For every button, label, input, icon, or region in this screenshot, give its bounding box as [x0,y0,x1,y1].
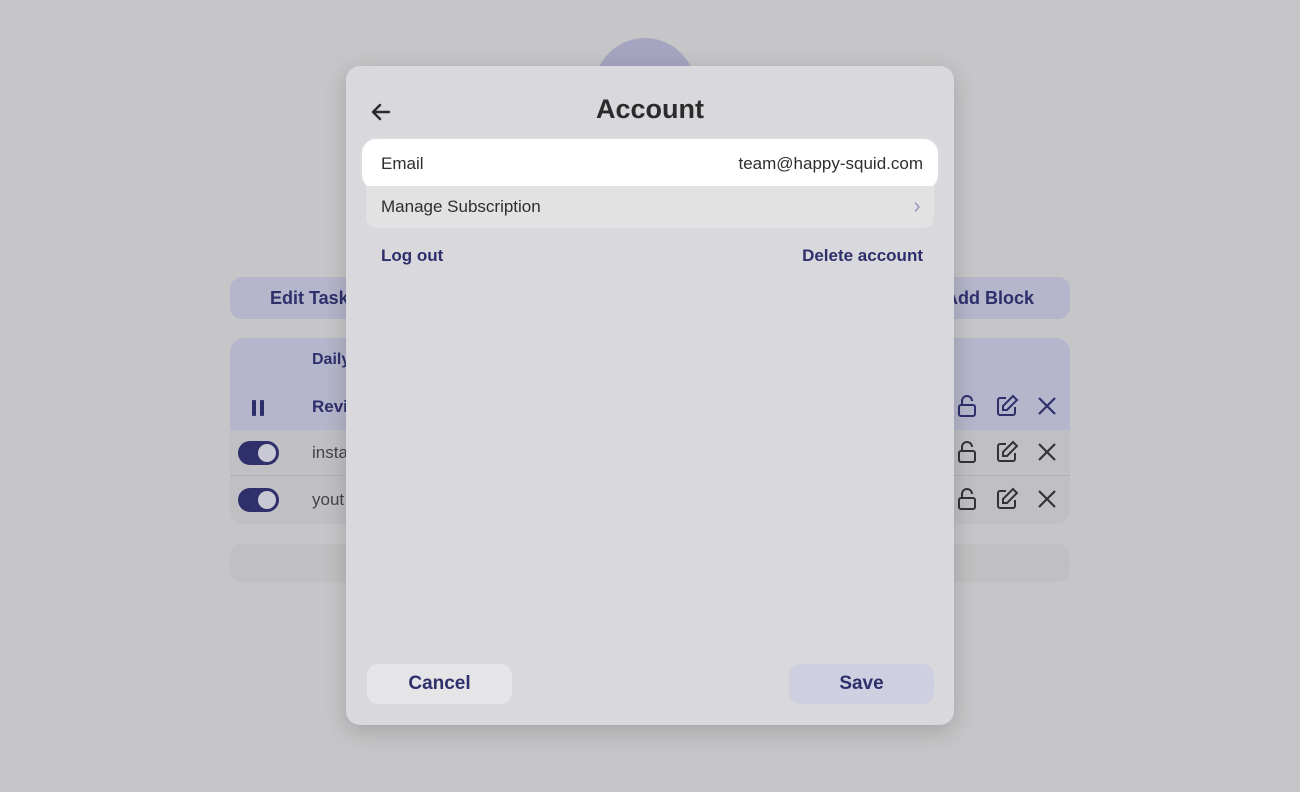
email-label: Email [381,154,424,173]
chevron-right-icon [912,201,922,213]
lock-icon[interactable] [954,486,980,512]
edit-icon[interactable] [994,486,1020,512]
edit-tasks-label: Edit Task [270,287,349,308]
save-button[interactable]: Save [789,664,934,704]
email-value: team@happy-squid.com [738,154,923,173]
logout-link[interactable]: Log out [381,246,443,266]
account-modal: Account Email team@happy-squid.com Manag… [346,66,954,725]
close-icon[interactable] [1034,439,1060,465]
delete-account-link[interactable]: Delete account [802,246,923,266]
manage-subscription-button[interactable]: Manage Subscription [366,186,934,228]
email-field[interactable]: Email team@happy-squid.com [366,143,934,185]
lock-icon[interactable] [954,439,980,465]
row-label: insta [312,443,348,462]
row-toggle[interactable] [238,488,279,512]
manage-subscription-label: Manage Subscription [381,197,541,216]
edit-icon[interactable] [994,393,1020,419]
close-icon[interactable] [1034,393,1060,419]
cancel-label: Cancel [408,673,471,694]
task-label: Revi [312,397,348,416]
pause-icon[interactable] [252,400,264,416]
add-block-label: Add Block [944,287,1034,308]
row-toggle[interactable] [238,441,279,465]
section-label: Daily [312,351,351,368]
lock-icon[interactable] [954,393,980,419]
edit-icon[interactable] [994,439,1020,465]
row-label: yout [312,490,345,509]
close-icon[interactable] [1034,486,1060,512]
cancel-button[interactable]: Cancel [367,664,512,704]
modal-title: Account [596,94,704,124]
save-label: Save [839,673,884,694]
